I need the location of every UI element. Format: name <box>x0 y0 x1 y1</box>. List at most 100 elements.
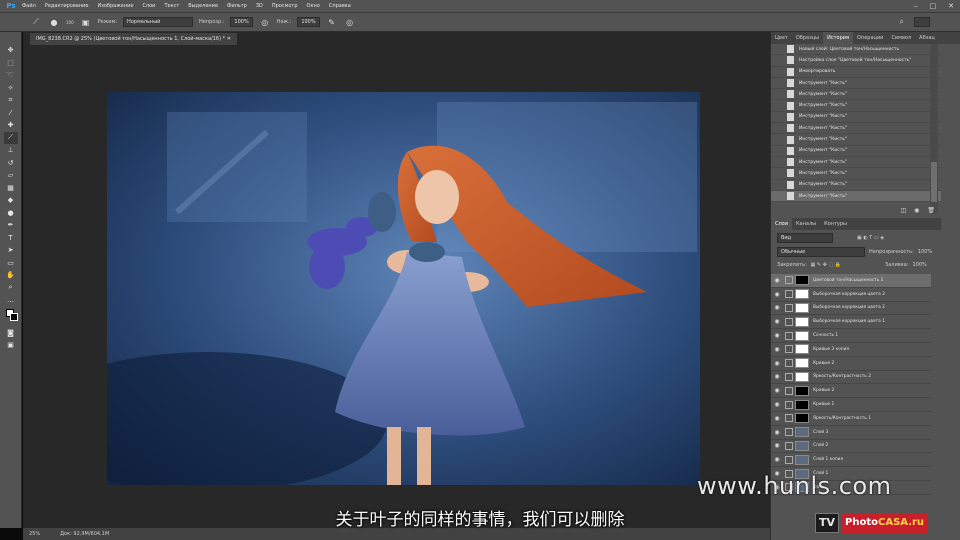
fill-value[interactable]: 100% <box>912 262 926 268</box>
trash-icon[interactable]: 🗑 <box>927 207 935 214</box>
brush-icon[interactable]: ⟋ <box>30 16 42 28</box>
history-item[interactable]: Инструмент "Кисть" <box>771 78 941 90</box>
history-item[interactable]: Инструмент "Кисть" <box>771 157 941 169</box>
layer-mask-thumbnail[interactable] <box>795 399 809 410</box>
path-select-tool-icon[interactable]: ➤ <box>4 244 18 257</box>
visibility-eye-icon[interactable]: ◉ <box>771 415 783 422</box>
more-tools-icon[interactable]: … <box>4 294 18 307</box>
document-tab[interactable]: IMG_8238.CR2 @ 25% (Цветовой тон/Насыщен… <box>30 33 237 45</box>
zoom-tool-icon[interactable]: ⌕ <box>4 282 18 295</box>
search-icon[interactable]: ⌕ <box>900 17 904 27</box>
layer-mask-thumbnail[interactable] <box>795 316 809 327</box>
history-scrollbar-thumb[interactable] <box>931 162 937 202</box>
pen-tool-icon[interactable]: ✒ <box>4 219 18 232</box>
layer-mask-thumbnail[interactable] <box>795 358 809 369</box>
visibility-eye-icon[interactable]: ◉ <box>771 401 783 408</box>
menu-item[interactable]: Редактирование <box>45 3 89 9</box>
mode-select[interactable]: Нормальный <box>122 17 193 27</box>
menu-item[interactable]: Изображение <box>97 3 133 9</box>
visibility-eye-icon[interactable]: ◉ <box>771 442 783 449</box>
healing-tool-icon[interactable]: ✚ <box>4 119 18 132</box>
snapshot-icon[interactable]: ◫ <box>900 207 906 214</box>
layer-mask-thumbnail[interactable] <box>795 275 809 286</box>
close-tab-icon[interactable]: ✕ <box>227 36 231 42</box>
history-item[interactable]: Инструмент "Кисть" <box>771 190 941 203</box>
menu-item[interactable]: Окно <box>307 3 320 9</box>
brush-tool-icon[interactable]: ⟋ <box>3 131 18 144</box>
layer-row[interactable]: ◉ Яркость/Контрастность 2 <box>771 371 931 385</box>
layer-row[interactable]: ◉ Кривые 1 <box>771 398 931 412</box>
quick-select-tool-icon[interactable]: ✧ <box>4 82 18 95</box>
document-image[interactable] <box>107 92 700 485</box>
layer-row[interactable]: ◉ Слой 1 копия <box>771 453 931 468</box>
visibility-eye-icon[interactable]: ◉ <box>771 456 783 463</box>
filter-icons[interactable]: ▣ ◐ T ▭ ◈ <box>857 235 884 241</box>
eyedropper-tool-icon[interactable]: ⁄ <box>4 107 18 120</box>
layer-mask-thumbnail[interactable] <box>795 427 809 438</box>
panel-tab[interactable]: Абзац <box>915 32 939 44</box>
layer-row[interactable]: ◉ Сочность 1 <box>771 329 931 343</box>
layer-mask-thumbnail[interactable] <box>795 440 809 451</box>
visibility-eye-icon[interactable]: ◉ <box>771 332 783 339</box>
panel-tab[interactable]: Символ <box>887 32 915 44</box>
visibility-eye-icon[interactable]: ◉ <box>771 318 783 325</box>
visibility-eye-icon[interactable]: ◉ <box>771 304 783 311</box>
layer-row[interactable]: ◉ Выборочная коррекция цвета 1 <box>771 315 931 330</box>
menu-item[interactable]: Текст <box>164 3 179 9</box>
dodge-tool-icon[interactable]: ● <box>4 207 18 220</box>
layer-row[interactable]: ◉ Кривые 2 <box>771 357 931 371</box>
menu-item[interactable]: Выделение <box>188 3 218 9</box>
color-swatches-icon[interactable] <box>4 307 18 327</box>
layer-row[interactable]: ◉ Кривые 3 копия <box>771 343 931 357</box>
visibility-eye-icon[interactable]: ◉ <box>771 277 783 284</box>
layers-tab[interactable]: Контуры <box>820 218 851 230</box>
type-tool-icon[interactable]: T <box>4 232 18 245</box>
history-item[interactable]: Инструмент "Кисть" <box>771 134 941 146</box>
layer-row[interactable]: ◉ Слой 3 <box>771 426 931 440</box>
history-item[interactable]: Настройка слоя "Цветовой тон/Насыщенност… <box>771 55 941 67</box>
layer-row[interactable]: ◉ Яркость/Контрастность 1 <box>771 412 931 426</box>
layer-mask-thumbnail[interactable] <box>795 371 809 382</box>
marquee-tool-icon[interactable]: ⬚ <box>4 57 18 70</box>
layer-row[interactable]: ◉ Выборочная коррекция цвета 3 <box>771 288 931 302</box>
history-item[interactable]: Инструмент "Кисть" <box>771 146 941 157</box>
layers-tab[interactable]: Слои <box>771 218 792 230</box>
layer-mask-thumbnail[interactable] <box>795 385 809 396</box>
menu-item[interactable]: 3D <box>256 3 263 9</box>
layer-row[interactable]: ◉ Слой 2 <box>771 440 931 454</box>
history-item[interactable]: Новый слой: Цветовой тон/Насыщенность <box>771 44 941 56</box>
maximize-icon[interactable]: □ <box>930 2 937 10</box>
layer-opacity-value[interactable]: 100% <box>918 249 932 255</box>
pressure-opacity-icon[interactable]: ◎ <box>259 16 271 28</box>
panel-tab[interactable]: История <box>823 32 854 44</box>
layer-row[interactable]: ◉ Цветовой тон/Насыщенность 1 <box>771 274 931 288</box>
pressure-size-icon[interactable]: ◎ <box>344 16 356 28</box>
menu-item[interactable]: Просмотр <box>272 3 298 9</box>
menu-item[interactable]: Справка <box>329 3 351 9</box>
menu-item[interactable]: Слои <box>142 3 155 9</box>
camera-icon[interactable]: ◉ <box>914 207 919 214</box>
lasso-tool-icon[interactable]: ➰ <box>4 69 18 82</box>
visibility-eye-icon[interactable]: ◉ <box>771 429 783 436</box>
panel-tab[interactable]: Операции <box>853 32 887 44</box>
panel-tab[interactable]: Образцы <box>792 32 823 44</box>
visibility-eye-icon[interactable]: ◉ <box>771 360 783 367</box>
close-icon[interactable]: ✕ <box>948 2 954 10</box>
blend-mode-select[interactable]: Обычные <box>777 247 865 257</box>
layer-mask-thumbnail[interactable] <box>795 289 809 300</box>
shape-tool-icon[interactable]: ▭ <box>4 257 18 270</box>
visibility-eye-icon[interactable]: ◉ <box>771 291 783 298</box>
layer-row[interactable]: ◉ Выборочная коррекция цвета 2 <box>771 302 931 316</box>
move-tool-icon[interactable]: ✥ <box>4 44 18 57</box>
brush-panel-icon[interactable]: ▣ <box>80 16 92 28</box>
gradient-tool-icon[interactable]: ▦ <box>4 182 18 195</box>
brush-preset-icon[interactable]: ● <box>48 16 60 28</box>
menu-item[interactable]: Фильтр <box>227 3 247 9</box>
layer-kind-select[interactable]: Вид <box>777 233 833 243</box>
screen-mode-icon[interactable]: ▣ <box>4 339 18 352</box>
layer-mask-thumbnail[interactable] <box>795 344 809 355</box>
hand-tool-icon[interactable]: ✋ <box>4 269 18 282</box>
visibility-eye-icon[interactable]: ◉ <box>771 346 783 353</box>
flow-input[interactable]: 100% <box>297 17 320 27</box>
history-item[interactable]: Инструмент "Кисть" <box>771 89 941 101</box>
